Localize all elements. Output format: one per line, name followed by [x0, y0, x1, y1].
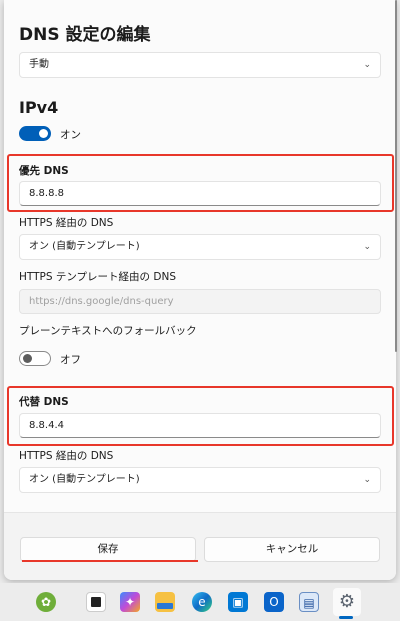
- alternate-https-label: HTTPS 経由の DNS: [19, 450, 114, 462]
- alternate-https-value: オン (自動テンプレート): [29, 474, 140, 485]
- fallback-toggle-label: オフ: [60, 354, 81, 366]
- active-app-indicator: [339, 616, 353, 619]
- edge-icon[interactable]: e: [192, 592, 212, 612]
- alternate-https-select[interactable]: オン (自動テンプレート) ⌄: [19, 467, 381, 493]
- parrot-icon[interactable]: ✿: [36, 592, 56, 612]
- chevron-down-icon: ⌄: [363, 475, 371, 485]
- scrollbar[interactable]: [395, 0, 397, 352]
- preferred-https-value: オン (自動テンプレート): [29, 241, 140, 252]
- fallback-label: プレーンテキストへのフォールバック: [19, 325, 197, 337]
- preferred-https-select[interactable]: オン (自動テンプレート) ⌄: [19, 234, 381, 260]
- toggle-knob: [39, 129, 48, 138]
- template-input[interactable]: https://dns.google/dns-query: [19, 289, 381, 314]
- dns-settings-dialog: DNS 設定の編集 手動 ⌄ IPv4 オン 優先 DNS 8.8.8.8 HT…: [4, 0, 396, 580]
- dialog-content: DNS 設定の編集 手動 ⌄ IPv4 オン 優先 DNS 8.8.8.8 HT…: [4, 0, 396, 512]
- settings-icon[interactable]: ⚙: [337, 592, 357, 612]
- save-highlight-underline: [22, 560, 198, 562]
- chevron-down-icon: ⌄: [363, 60, 371, 70]
- dns-mode-value: 手動: [29, 59, 49, 70]
- terminal-icon[interactable]: [86, 592, 106, 612]
- template-label: HTTPS テンプレート経由の DNS: [19, 271, 177, 283]
- preferred-https-label: HTTPS 経由の DNS: [19, 217, 114, 229]
- ipv4-heading: IPv4: [19, 98, 59, 117]
- cancel-button[interactable]: キャンセル: [204, 537, 380, 562]
- remote-desktop-icon[interactable]: ▤: [299, 592, 319, 612]
- toggle-knob: [23, 354, 32, 363]
- preferred-dns-label: 優先 DNS: [19, 165, 69, 177]
- dns-mode-select[interactable]: 手動 ⌄: [19, 52, 381, 78]
- ipv4-toggle-label: オン: [60, 129, 81, 141]
- outlook-icon[interactable]: O: [264, 592, 284, 612]
- ipv4-toggle[interactable]: [19, 126, 51, 141]
- fallback-toggle[interactable]: [19, 351, 51, 366]
- save-button[interactable]: 保存: [20, 537, 196, 562]
- chevron-down-icon: ⌄: [363, 242, 371, 252]
- alternate-dns-label: 代替 DNS: [19, 396, 69, 408]
- file-explorer-icon[interactable]: [155, 592, 175, 612]
- preferred-dns-input[interactable]: 8.8.8.8: [19, 181, 381, 206]
- dialog-footer: 保存 キャンセル: [4, 512, 396, 580]
- taskbar: ✿ ✦ e ▣ O ▤ ⚙: [0, 583, 400, 621]
- copilot-icon[interactable]: ✦: [120, 592, 140, 612]
- store-icon[interactable]: ▣: [228, 592, 248, 612]
- alternate-dns-input[interactable]: 8.8.4.4: [19, 413, 381, 438]
- dialog-title: DNS 設定の編集: [19, 25, 151, 45]
